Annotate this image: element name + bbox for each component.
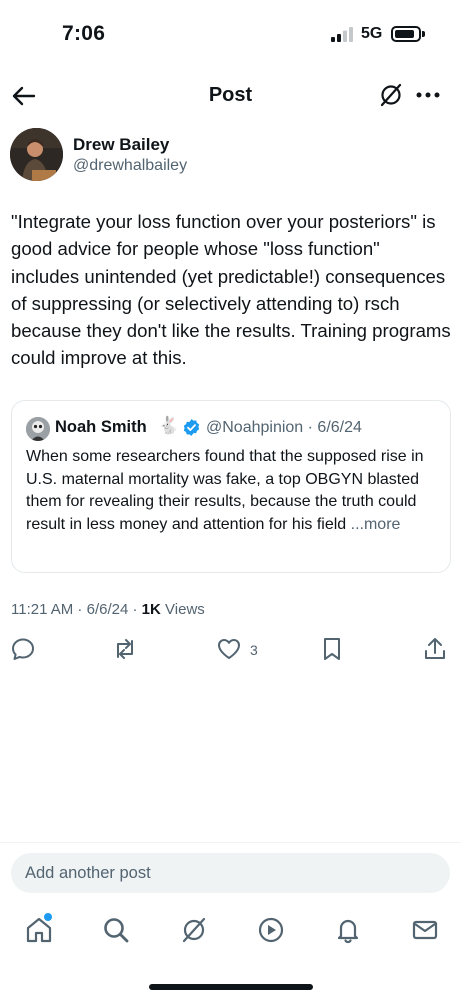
post-date: 6/6/24 — [86, 601, 129, 618]
post-text: "Integrate your loss function over your … — [11, 211, 451, 369]
views-label: Views — [165, 601, 205, 618]
quote-author-name: Noah Smith — [55, 418, 147, 436]
battery-icon — [391, 26, 421, 42]
post-author[interactable]: Drew Bailey @drewhalbailey — [10, 128, 450, 184]
like-count: 3 — [250, 642, 258, 658]
views-count: 1K — [141, 601, 161, 618]
quote-rabbit-emoji: 🐇 — [158, 416, 180, 435]
quote-more-link[interactable]: ...more — [351, 516, 401, 533]
tab-search[interactable] — [101, 915, 131, 945]
compose-divider — [0, 842, 461, 843]
battery-cap — [422, 31, 425, 37]
network-label: 5G — [361, 25, 383, 42]
more-button[interactable] — [414, 82, 442, 108]
search-icon — [104, 918, 129, 943]
bookmark-button[interactable] — [319, 636, 345, 662]
bottom-tab-bar — [0, 905, 461, 965]
bell-icon — [337, 919, 359, 944]
quoted-post[interactable]: Noah Smith 🐇 @Noahpinion · 6/6/24 When s… — [11, 400, 451, 573]
home-notification-dot — [44, 913, 52, 921]
avatar-image — [10, 128, 63, 181]
author-handle[interactable]: @drewhalbailey — [73, 157, 187, 175]
grok-button[interactable] — [378, 82, 404, 108]
bookmark-icon — [324, 638, 340, 660]
grok-icon — [380, 83, 402, 107]
repost-icon — [117, 639, 133, 659]
status-bar: 7:06 5G — [0, 0, 461, 70]
avatar[interactable] — [10, 128, 63, 181]
repost-button[interactable] — [112, 636, 138, 662]
tab-grok[interactable] — [179, 915, 209, 945]
video-icon — [258, 917, 284, 943]
reply-input-placeholder: Add another post — [25, 864, 151, 882]
signal-icon — [331, 27, 353, 42]
post-meta: 11:21 AM · 6/6/24 · 1K Views — [11, 601, 205, 618]
tab-messages[interactable] — [410, 915, 440, 945]
quote-text: When some researchers found that the sup… — [26, 446, 436, 536]
reply-button[interactable] — [10, 636, 36, 662]
quote-handle-date: @Noahpinion · 6/6/24 — [206, 419, 362, 436]
share-icon — [425, 638, 445, 659]
reply-icon — [12, 638, 34, 660]
mail-icon — [412, 920, 438, 940]
reply-input[interactable]: Add another post — [11, 853, 450, 893]
home-indicator — [149, 984, 313, 990]
more-horizontal-icon — [416, 92, 440, 98]
grok-icon — [182, 917, 206, 943]
like-button[interactable] — [216, 636, 242, 662]
tab-video[interactable] — [256, 915, 286, 945]
quote-avatar-image — [26, 417, 50, 441]
post-actions: 3 — [0, 636, 461, 666]
verified-badge-icon — [183, 419, 200, 436]
heart-icon — [218, 639, 240, 659]
status-time: 7:06 — [62, 22, 106, 45]
post-time: 11:21 AM — [11, 601, 74, 618]
quote-avatar — [26, 417, 50, 441]
author-name[interactable]: Drew Bailey — [73, 135, 169, 155]
tab-notifications[interactable] — [333, 915, 363, 945]
share-button[interactable] — [422, 636, 448, 662]
header: Post — [0, 72, 461, 118]
